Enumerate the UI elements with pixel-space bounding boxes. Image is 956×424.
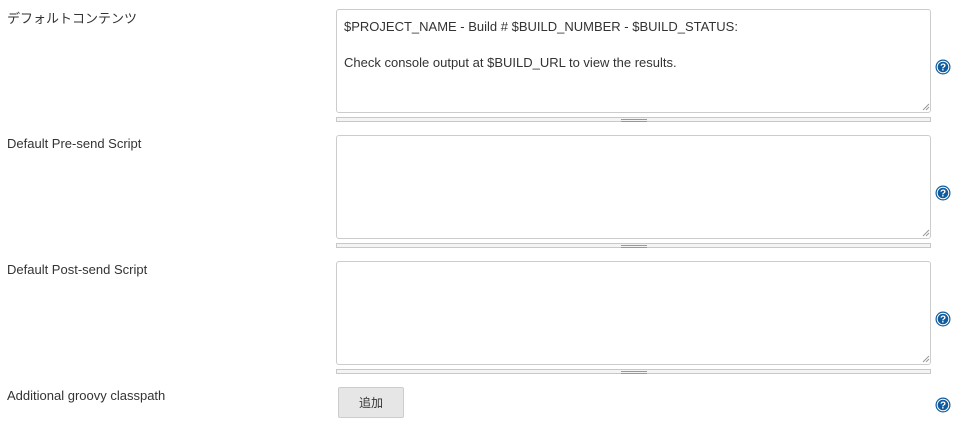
post-send-script-resize-handle[interactable] [336,369,931,374]
svg-text:?: ? [940,63,946,74]
post-send-script-label: Default Post-send Script [7,262,148,277]
pre-send-script-resize-handle[interactable] [336,243,931,248]
resize-grip-icon[interactable] [922,229,930,237]
help-icon-classpath[interactable]: ? [935,397,951,413]
default-content-resize-handle[interactable] [336,117,931,122]
post-send-script-textarea[interactable] [336,261,931,365]
resize-grip-icon[interactable] [922,355,930,363]
classpath-label: Additional groovy classpath [7,388,166,403]
help-icon-default-content[interactable]: ? [935,59,951,75]
default-content-textarea[interactable]: $PROJECT_NAME - Build # $BUILD_NUMBER - … [336,9,931,113]
help-icon-post-send-script[interactable]: ? [935,311,951,327]
default-content-label: デフォルトコンテンツ [7,11,138,26]
svg-text:?: ? [940,401,946,412]
svg-text:?: ? [940,315,946,326]
pre-send-script-textarea[interactable] [336,135,931,239]
pre-send-script-label: Default Pre-send Script [7,136,142,151]
help-icon-pre-send-script[interactable]: ? [935,185,951,201]
svg-text:?: ? [940,189,946,200]
add-classpath-button[interactable]: 追加 [338,387,404,418]
resize-grip-icon[interactable] [922,103,930,111]
